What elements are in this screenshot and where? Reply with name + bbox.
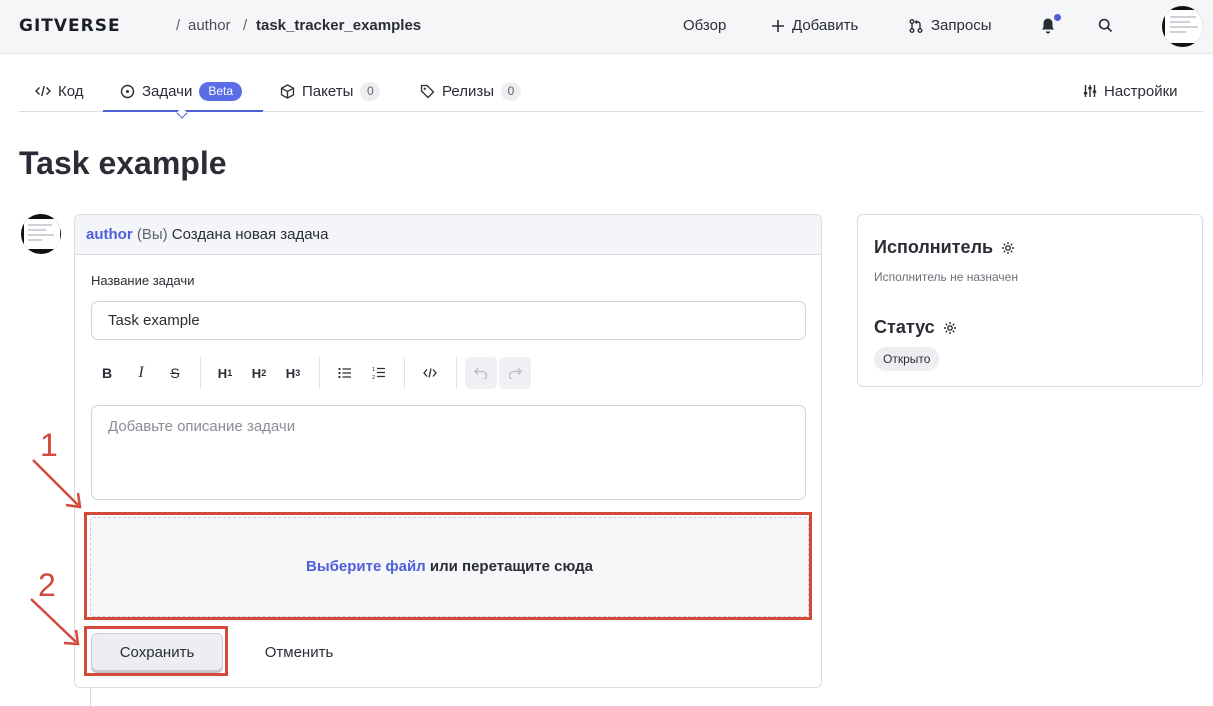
annotation-arrows <box>30 459 82 646</box>
annotation-arrow-1 <box>32 459 82 509</box>
annotation-arrow-2 <box>30 598 80 646</box>
